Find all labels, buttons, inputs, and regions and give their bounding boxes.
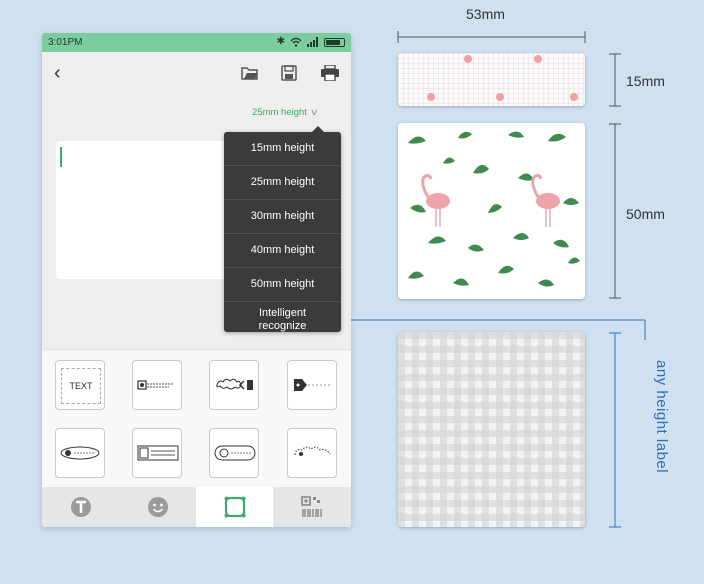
label-sample-50mm: [398, 123, 585, 299]
flamingo-leaf-pattern: [398, 123, 585, 299]
height-50mm-label: 50mm: [626, 206, 665, 222]
any-height-label: any height label: [653, 360, 670, 474]
dimension-lines: [351, 31, 646, 528]
height-15mm-label: 15mm: [626, 73, 665, 89]
label-sample-any-height: [398, 332, 585, 527]
gingham-pattern: [398, 332, 585, 527]
strawberry-pattern: [398, 53, 585, 106]
label-sample-15mm: [398, 53, 585, 106]
width-dimension-label: 53mm: [466, 6, 505, 22]
